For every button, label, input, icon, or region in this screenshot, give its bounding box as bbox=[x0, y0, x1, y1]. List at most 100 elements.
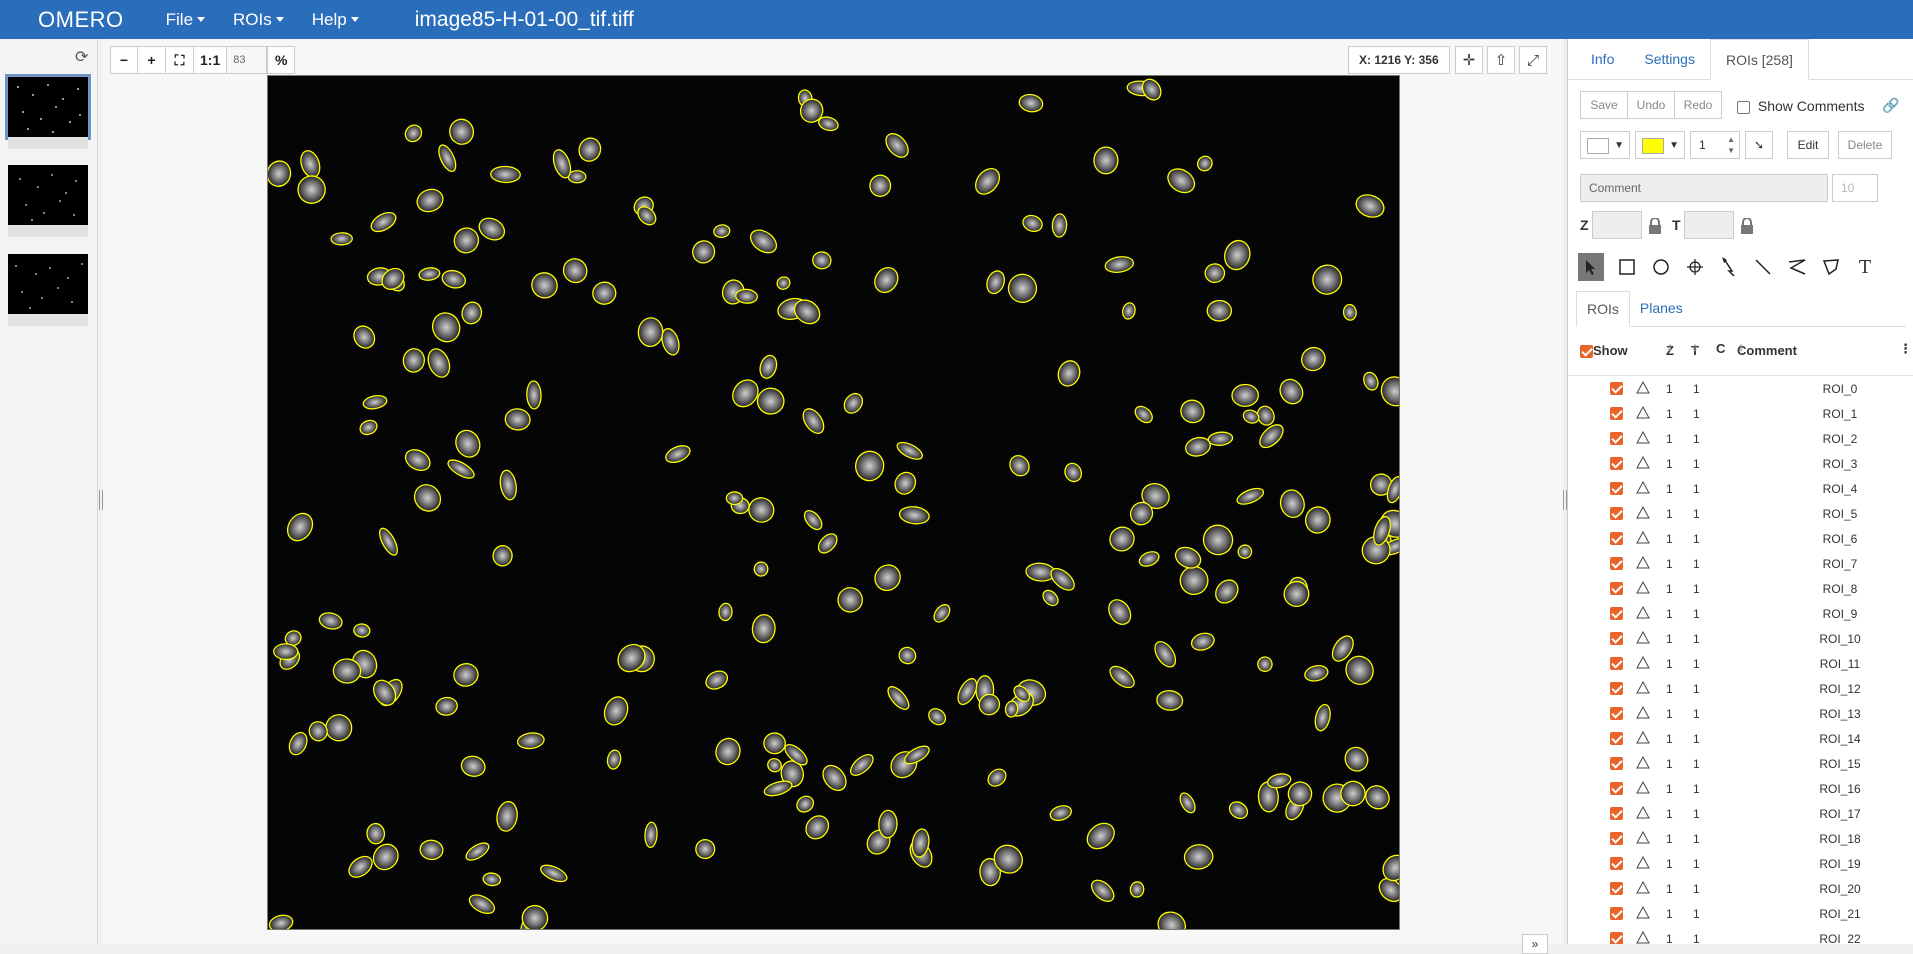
roi-shape[interactable] bbox=[1378, 851, 1399, 885]
lock-icon[interactable] bbox=[1740, 217, 1754, 234]
stroke-width-input[interactable]: 1 ▲ ▼ bbox=[1690, 131, 1740, 159]
roi-shape[interactable] bbox=[703, 668, 731, 693]
roi-shape[interactable] bbox=[1361, 370, 1380, 392]
z-input[interactable] bbox=[1592, 211, 1642, 239]
roi-shape[interactable] bbox=[818, 761, 850, 795]
roi-visible-checkbox[interactable] bbox=[1610, 882, 1623, 895]
roi-row[interactable]: 1 1 ROI_1 bbox=[1568, 401, 1913, 426]
zoom-1-to-1-button[interactable]: 1:1 bbox=[194, 46, 228, 74]
roi-shape[interactable] bbox=[971, 164, 1005, 199]
roi-shape[interactable] bbox=[763, 778, 794, 798]
roi-comment[interactable]: ROI_21 bbox=[1800, 907, 1880, 921]
roi-shape[interactable] bbox=[1226, 799, 1250, 822]
roi-shape[interactable] bbox=[898, 505, 931, 525]
roi-visible-checkbox[interactable] bbox=[1610, 832, 1623, 845]
roi-shape[interactable] bbox=[713, 735, 744, 767]
roi-row[interactable]: 1 1 ROI_12 bbox=[1568, 676, 1913, 701]
redo-button[interactable]: Redo bbox=[1674, 91, 1722, 119]
roi-row[interactable]: 1 1 ROI_10 bbox=[1568, 626, 1913, 651]
roi-row[interactable]: 1 1 ROI_20 bbox=[1568, 876, 1913, 901]
roi-row[interactable]: 1 1 ROI_0 bbox=[1568, 376, 1913, 401]
polyline-tool-icon[interactable] bbox=[1780, 253, 1814, 281]
tab-settings[interactable]: Settings bbox=[1629, 39, 1710, 80]
roi-shape[interactable] bbox=[1278, 487, 1308, 520]
show-all-toggle[interactable]: Show bbox=[1580, 341, 1628, 359]
roi-row[interactable]: 1 1 ROI_4 bbox=[1568, 476, 1913, 501]
select-pointer-icon[interactable] bbox=[1578, 253, 1604, 281]
roi-shape[interactable] bbox=[718, 602, 733, 622]
zoom-input[interactable]: 83 bbox=[227, 46, 268, 74]
roi-row[interactable]: 1 1 ROI_5 bbox=[1568, 501, 1913, 526]
roi-shape[interactable] bbox=[1341, 743, 1372, 775]
roi-visible-checkbox[interactable] bbox=[1610, 807, 1623, 820]
roi-shape[interactable] bbox=[368, 209, 399, 236]
crosshair-icon[interactable]: ✛ bbox=[1455, 46, 1483, 74]
roi-shape[interactable] bbox=[1256, 421, 1287, 452]
roi-shape[interactable] bbox=[756, 387, 785, 415]
roi-shape[interactable] bbox=[463, 840, 491, 864]
roi-comment[interactable]: ROI_14 bbox=[1800, 732, 1880, 746]
roi-shape[interactable] bbox=[727, 375, 763, 412]
t-input[interactable] bbox=[1684, 211, 1734, 239]
roi-shape[interactable] bbox=[1195, 153, 1215, 173]
fullscreen-icon[interactable]: ⤢ bbox=[1519, 46, 1547, 74]
roi-shape[interactable] bbox=[753, 561, 769, 577]
roi-comment[interactable]: ROI_4 bbox=[1800, 482, 1880, 496]
subtab-planes[interactable]: Planes bbox=[1630, 291, 1693, 327]
roi-shape[interactable] bbox=[1204, 263, 1226, 283]
roi-shape[interactable] bbox=[353, 623, 371, 638]
roi-visible-checkbox[interactable] bbox=[1610, 582, 1623, 595]
roi-shape[interactable] bbox=[1353, 191, 1387, 221]
roi-shape[interactable] bbox=[452, 426, 485, 461]
roi-shape[interactable] bbox=[1198, 520, 1237, 559]
roi-shape[interactable] bbox=[1377, 373, 1399, 411]
zoom-in-button[interactable]: + bbox=[138, 46, 166, 74]
roi-shape[interactable] bbox=[283, 509, 318, 546]
roi-shape[interactable] bbox=[318, 611, 344, 632]
roi-visible-checkbox[interactable] bbox=[1610, 732, 1623, 745]
roi-shape[interactable] bbox=[853, 449, 886, 483]
roi-shape[interactable] bbox=[725, 491, 744, 506]
roi-comment[interactable]: ROI_10 bbox=[1800, 632, 1880, 646]
roi-shape[interactable] bbox=[447, 117, 476, 147]
roi-shape[interactable] bbox=[495, 800, 519, 832]
tab-rois[interactable]: ROIs [258] bbox=[1709, 39, 1809, 80]
roi-shape[interactable] bbox=[538, 862, 569, 885]
roi-shape[interactable] bbox=[440, 268, 467, 290]
roi-shape[interactable] bbox=[869, 174, 892, 197]
comment-input[interactable]: Comment bbox=[1580, 174, 1828, 202]
roi-shape[interactable] bbox=[419, 839, 444, 861]
roi-shape[interactable] bbox=[1018, 93, 1044, 114]
roi-shape[interactable] bbox=[1177, 396, 1208, 427]
roi-shape[interactable] bbox=[576, 135, 604, 165]
roi-shape[interactable] bbox=[1206, 299, 1233, 322]
fill-color-picker[interactable]: ▼ bbox=[1580, 131, 1630, 159]
roi-shape[interactable] bbox=[1163, 164, 1198, 197]
roi-shape[interactable] bbox=[1129, 881, 1145, 898]
roi-comment[interactable]: ROI_9 bbox=[1800, 607, 1880, 621]
roi-shape[interactable] bbox=[758, 353, 780, 380]
roi-row[interactable]: 1 1 ROI_18 bbox=[1568, 826, 1913, 851]
roi-shape[interactable] bbox=[984, 269, 1007, 296]
roi-shape[interactable] bbox=[1006, 452, 1033, 480]
roi-shape[interactable] bbox=[1121, 302, 1137, 321]
roi-row[interactable]: 1 1 ROI_17 bbox=[1568, 801, 1913, 826]
roi-shape[interactable] bbox=[1105, 523, 1138, 556]
roi-shape[interactable] bbox=[891, 469, 919, 498]
roi-row[interactable]: 1 1 ROI_3 bbox=[1568, 451, 1913, 476]
roi-shape[interactable] bbox=[1183, 843, 1214, 871]
roi-row[interactable]: 1 1 ROI_7 bbox=[1568, 551, 1913, 576]
roi-shape[interactable] bbox=[452, 662, 480, 689]
menu-help[interactable]: Help bbox=[312, 10, 359, 30]
roi-shape[interactable] bbox=[435, 696, 459, 716]
roi-shape[interactable] bbox=[1177, 791, 1198, 816]
roi-shape[interactable] bbox=[1082, 818, 1119, 854]
roi-shape[interactable] bbox=[1231, 383, 1259, 407]
roi-comment[interactable]: ROI_6 bbox=[1800, 532, 1880, 546]
roi-row[interactable]: 1 1 ROI_8 bbox=[1568, 576, 1913, 601]
roi-shape[interactable] bbox=[745, 494, 777, 526]
menu-file[interactable]: File bbox=[166, 10, 206, 30]
roi-shape[interactable] bbox=[600, 693, 631, 728]
roi-shape[interactable] bbox=[713, 224, 731, 239]
thumbnail-3[interactable] bbox=[8, 254, 88, 314]
